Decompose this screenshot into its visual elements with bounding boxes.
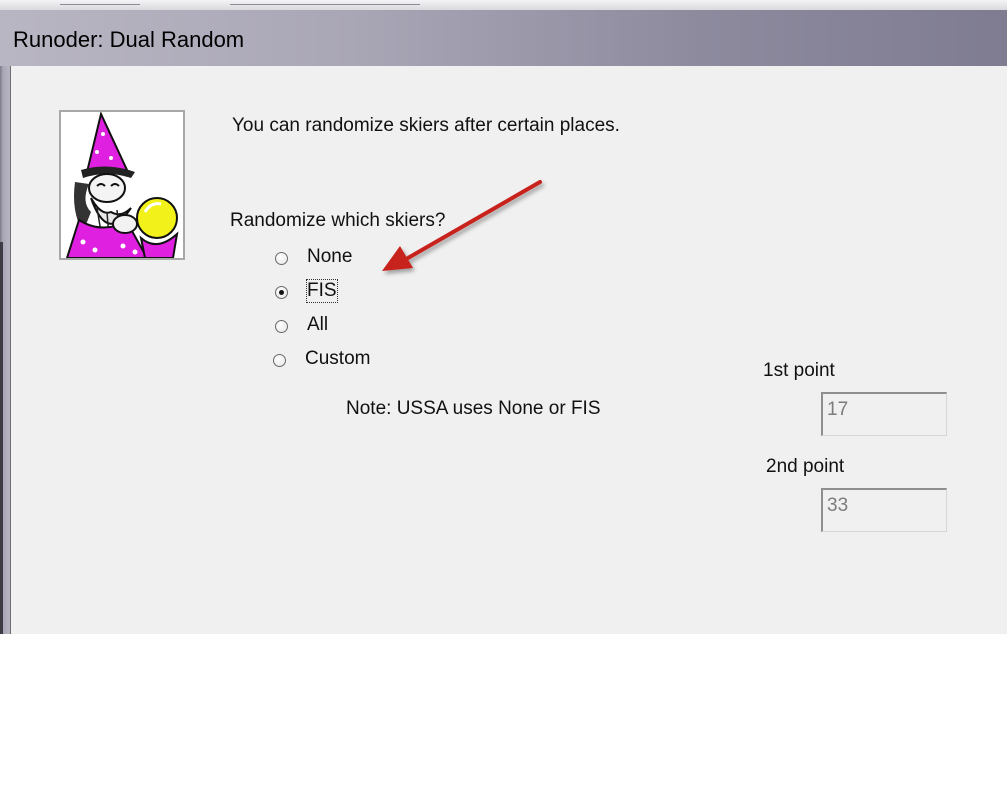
radio-all-label[interactable]: All: [307, 314, 328, 336]
radio-custom-label[interactable]: Custom: [305, 348, 370, 370]
background-window-strip: [0, 0, 1007, 10]
window-title: Runoder: Dual Random: [13, 27, 245, 52]
radio-none-button[interactable]: [275, 252, 288, 265]
radio-all-button[interactable]: [275, 320, 288, 333]
second-point-field[interactable]: 33: [821, 488, 947, 532]
window-titlebar[interactable]: Runoder: Dual Random: [0, 10, 1007, 66]
randomize-question: Randomize which skiers?: [230, 210, 446, 231]
radio-custom-button[interactable]: [273, 354, 286, 367]
note-text: Note: USSA uses None or FIS: [346, 398, 601, 419]
wizard-illustration-icon: [61, 112, 183, 258]
radio-fis-label[interactable]: FIS: [306, 279, 338, 303]
window-left-border: [0, 66, 10, 634]
first-point-label: 1st point: [763, 360, 835, 381]
radio-none-label[interactable]: None: [307, 246, 352, 268]
radio-fis-button[interactable]: [275, 286, 288, 299]
second-point-label: 2nd point: [766, 456, 845, 477]
intro-text: You can randomize skiers after certain p…: [232, 115, 620, 136]
first-point-field[interactable]: 17: [821, 392, 947, 436]
wizard-image: [59, 110, 185, 260]
